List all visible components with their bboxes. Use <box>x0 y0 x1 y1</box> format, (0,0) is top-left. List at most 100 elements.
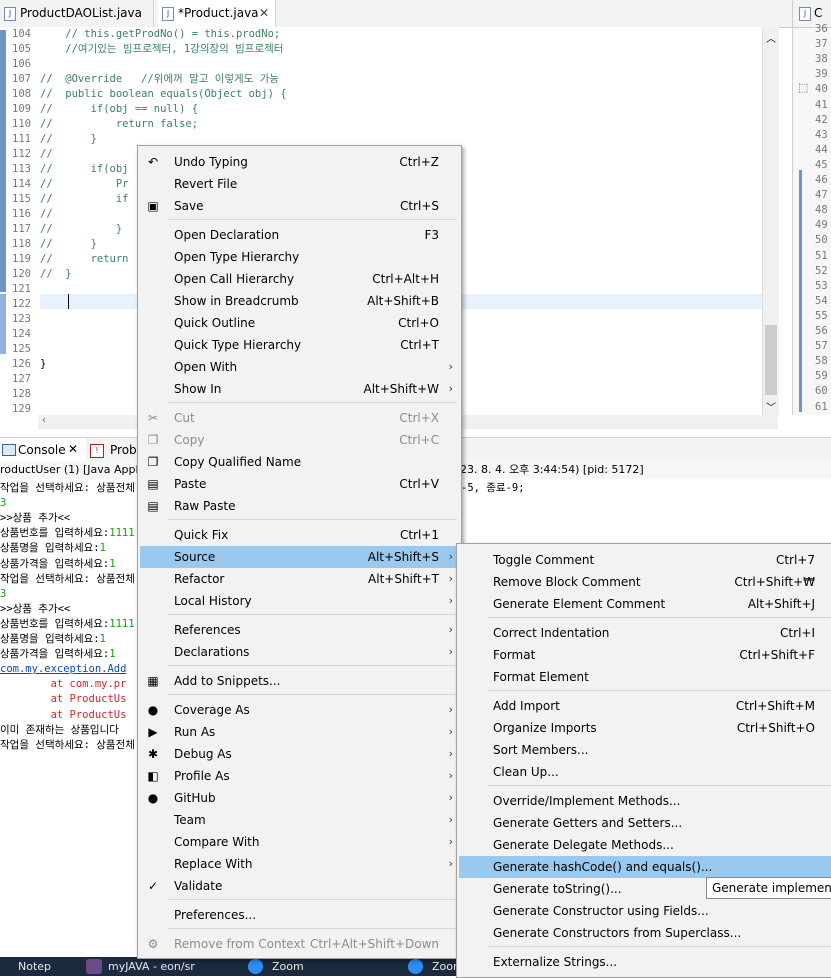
chevron-up-icon[interactable]: ︿ <box>766 30 776 45</box>
code-line[interactable]: 108 // public boolean equals(Object obj) … <box>0 87 760 102</box>
context-menu-item-coverage-as[interactable]: ● Coverage As › <box>140 699 461 721</box>
source-menu-item-generate-delegate-methods[interactable]: Generate Delegate Methods... <box>459 834 831 856</box>
console-text: 작업을 선택하세요: 상품전체 <box>0 572 135 585</box>
source-menu-item-generate-constructor-using-fields[interactable]: Generate Constructor using Fields... <box>459 900 831 922</box>
chevron-left-icon[interactable]: ‹ <box>42 415 46 426</box>
code-line[interactable]: 106 <box>0 57 760 72</box>
close-icon[interactable]: ✕ <box>259 0 269 27</box>
source-menu-item-format-element[interactable]: Format Element <box>459 666 831 688</box>
menu-item-shortcut: Ctrl+C <box>399 433 439 447</box>
menu-item-label: Quick Type Hierarchy <box>174 338 302 352</box>
context-menu-item-show-in[interactable]: Show In Alt+Shift+W › <box>140 378 461 400</box>
chevron-down-icon[interactable]: ﹀ <box>766 399 776 414</box>
context-menu-item-github[interactable]: ● GitHub › <box>140 787 461 809</box>
line-number: 118 <box>12 238 31 250</box>
source-menu-item-generate-element-comment[interactable]: Generate Element Comment Alt+Shift+J <box>459 593 831 615</box>
context-menu-item-debug-as[interactable]: ✱ Debug As › <box>140 743 461 765</box>
context-menu-item-references[interactable]: References › <box>140 619 461 641</box>
code-line[interactable]: 104 // this.getProdNo() = this.prodNo; <box>0 27 760 42</box>
code-line[interactable]: 109 // if(obj == null) { <box>0 102 760 117</box>
code-text: //여기있는 빔프로젝터, 1강의장의 빔프로젝터 <box>40 43 284 55</box>
debug-icon: ✱ <box>147 747 159 761</box>
context-menu-item-raw-paste[interactable]: ▤ Raw Paste <box>140 495 461 517</box>
context-menu-item-open-with[interactable]: Open With › <box>140 356 461 378</box>
context-menu-item-declarations[interactable]: Declarations › <box>140 641 461 663</box>
copy-icon: ❐ <box>147 433 159 447</box>
line-number: 129 <box>12 403 31 415</box>
taskbar-item[interactable]: myJAVA - eon/sr <box>108 957 195 976</box>
tab-product[interactable]: J *Product.java ✕ <box>158 0 276 27</box>
context-menu-item-open-call-hierarchy[interactable]: Open Call Hierarchy Ctrl+Alt+H <box>140 268 461 290</box>
source-menu-item-clean-up[interactable]: Clean Up... <box>459 761 831 783</box>
context-menu-item-open-type-hierarchy[interactable]: Open Type Hierarchy <box>140 246 461 268</box>
code-text: // } <box>40 133 97 145</box>
menu-separator <box>487 690 831 691</box>
taskbar-item[interactable]: Notep <box>18 957 51 976</box>
context-menu-item-quick-outline[interactable]: Quick Outline Ctrl+O <box>140 312 461 334</box>
line-number: 38 <box>815 53 828 66</box>
code-line[interactable]: 110 // return false; <box>0 117 760 132</box>
menu-item-label: Externalize Strings... <box>493 955 618 969</box>
menu-separator <box>168 665 457 666</box>
close-icon[interactable]: ✕ <box>68 442 78 456</box>
menu-item-label: Add Import <box>493 699 560 713</box>
outline-pane: J C ⬚ 36 37 38 39 40 41 42 43 44 45 46 47 48 49 50 51 52… <box>792 0 831 415</box>
source-menu-item-organize-imports[interactable]: Organize Imports Ctrl+Shift+O <box>459 717 831 739</box>
context-menu-item-add-to-snippets[interactable]: ▦ Add to Snippets... <box>140 670 461 692</box>
github-icon: ● <box>147 791 159 805</box>
source-menu-item-sort-members[interactable]: Sort Members... <box>459 739 831 761</box>
context-menu-item-quick-fix[interactable]: Quick Fix Ctrl+1 <box>140 524 461 546</box>
context-menu-item-copy-qualified-name[interactable]: ❐ Copy Qualified Name <box>140 451 461 473</box>
source-menu-item-generate-getters-and-setters[interactable]: Generate Getters and Setters... <box>459 812 831 834</box>
source-menu-item-generate-hashcode-and-equals[interactable]: Generate hashCode() and equals()... <box>459 856 831 878</box>
line-number: 40 <box>815 83 828 96</box>
context-menu-item-remove-from-context[interactable]: ⚙ Remove from Context Ctrl+Alt+Shift+Down <box>140 933 461 955</box>
tab-productdaolist[interactable]: J ProductDAOList.java <box>0 0 154 27</box>
editor-vertical-scrollbar[interactable]: ︿ ﹀ <box>762 27 779 415</box>
source-menu-item-externalize-strings[interactable]: Externalize Strings... <box>459 951 831 973</box>
context-menu-item-open-declaration[interactable]: Open Declaration F3 <box>140 224 461 246</box>
line-number: 109 <box>12 103 31 115</box>
context-menu-item-copy[interactable]: ❐ Copy Ctrl+C <box>140 429 461 451</box>
context-menu-item-paste[interactable]: ▤ Paste Ctrl+V <box>140 473 461 495</box>
code-line[interactable]: 107 // @Override //위에꺼 말고 이렇게도 가능 <box>0 72 760 87</box>
scrollbar-thumb[interactable] <box>765 325 777 395</box>
line-number: 117 <box>12 223 31 235</box>
tab-problems[interactable]: ! Probl <box>90 438 140 462</box>
code-text: // return false; <box>40 118 199 130</box>
context-menu-item-undo-typing[interactable]: ↶ Undo Typing Ctrl+Z <box>140 151 461 173</box>
taskbar-item[interactable]: Zoom <box>272 957 304 976</box>
context-menu-item-local-history[interactable]: Local History › <box>140 590 461 612</box>
context-menu-item-run-as[interactable]: ▶ Run As › <box>140 721 461 743</box>
line-number: 110 <box>12 118 31 130</box>
context-menu-item-validate[interactable]: ✓ Validate <box>140 875 461 897</box>
context-menu-item-source[interactable]: Source Alt+Shift+S › <box>140 546 461 568</box>
source-menu-item-add-import[interactable]: Add Import Ctrl+Shift+M <box>459 695 831 717</box>
context-menu-item-revert-file[interactable]: Revert File <box>140 173 461 195</box>
context-menu-item-cut[interactable]: ✂ Cut Ctrl+X <box>140 407 461 429</box>
code-text: // Pr <box>40 178 129 190</box>
tab-console[interactable]: Console ✕ <box>0 438 86 462</box>
code-line[interactable]: 105 //여기있는 빔프로젝터, 1강의장의 빔프로젝터 <box>0 42 760 57</box>
context-menu-item-profile-as[interactable]: ◧ Profile As › <box>140 765 461 787</box>
context-menu-item-compare-with[interactable]: Compare With › <box>140 831 461 853</box>
source-menu-item-correct-indentation[interactable]: Correct Indentation Ctrl+I <box>459 622 831 644</box>
menu-separator <box>168 928 457 929</box>
source-menu-item-toggle-comment[interactable]: Toggle Comment Ctrl+7 <box>459 549 831 571</box>
context-menu-item-show-in-breadcrumb[interactable]: Show in Breadcrumb Alt+Shift+B <box>140 290 461 312</box>
context-menu-item-save[interactable]: ▣ Save Ctrl+S <box>140 195 461 217</box>
context-menu-item-team[interactable]: Team › <box>140 809 461 831</box>
context-menu-item-quick-type-hierarchy[interactable]: Quick Type Hierarchy Ctrl+T <box>140 334 461 356</box>
code-text: // <box>40 208 53 220</box>
console-icon <box>2 444 16 456</box>
source-menu-item-override-implement-methods[interactable]: Override/Implement Methods... <box>459 790 831 812</box>
source-menu-item-generate-constructors-from-superclass[interactable]: Generate Constructors from Superclass... <box>459 922 831 944</box>
context-menu-item-replace-with[interactable]: Replace With › <box>140 853 461 875</box>
line-number: 120 <box>12 268 31 280</box>
context-menu-item-preferences[interactable]: Preferences... <box>140 904 461 926</box>
source-menu-item-format[interactable]: Format Ctrl+Shift+F <box>459 644 831 666</box>
context-menu-item-refactor[interactable]: Refactor Alt+Shift+T › <box>140 568 461 590</box>
line-number: 59 <box>815 370 828 383</box>
source-menu-item-remove-block-comment[interactable]: Remove Block Comment Ctrl+Shift+₩ <box>459 571 831 593</box>
console-line[interactable]: com.my.exception.Add <box>0 662 126 677</box>
